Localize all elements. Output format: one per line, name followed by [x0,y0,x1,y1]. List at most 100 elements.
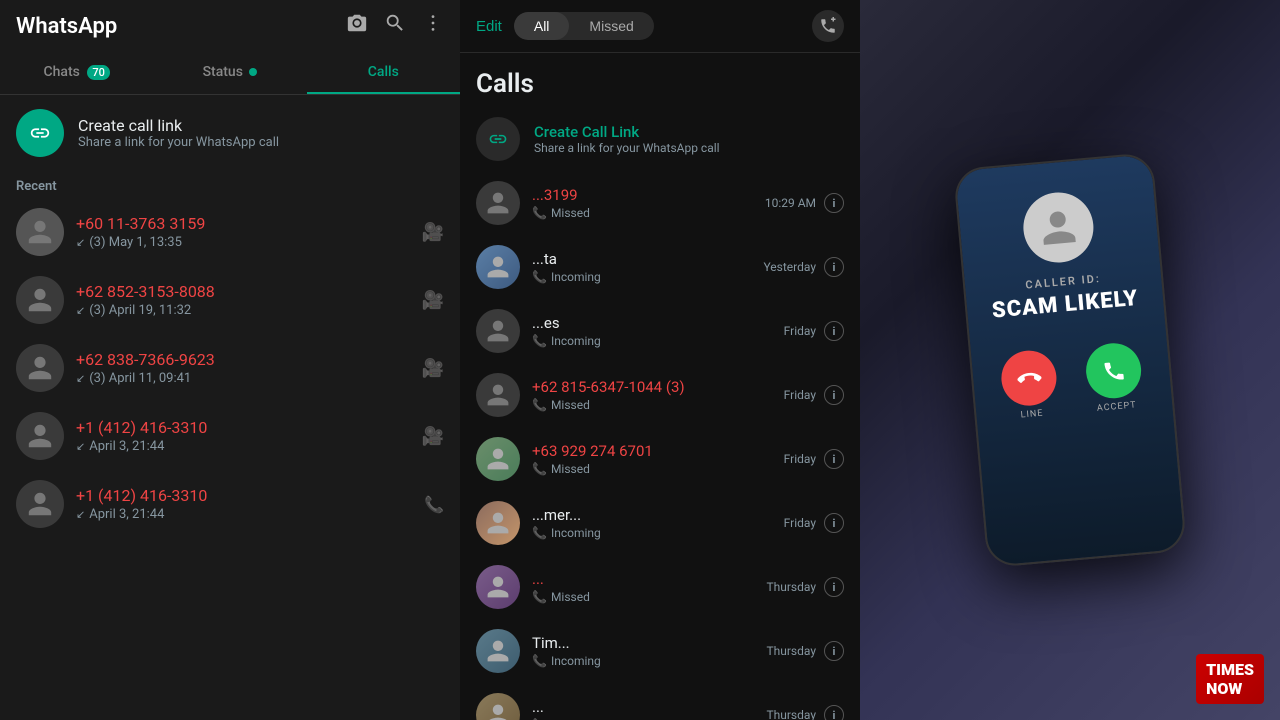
phone-mockup: CALLER ID: SCAM LIKELY LINE [953,152,1187,568]
call-detail-4: ↙ April 3, 21:44 [76,439,410,454]
call-item-3[interactable]: +62 838-7366-9623 ↙ (3) April 11, 09:41 … [0,334,460,402]
create-call-link-sidebar[interactable]: Create call link Share a link for your W… [0,95,460,171]
mid-call-item-7[interactable]: ... 📞 Missed Thursday i [460,555,860,619]
call-item-5[interactable]: +1 (412) 416-3310 ↙ April 3, 21:44 📞 [0,470,460,538]
info-btn-8[interactable]: i [824,641,844,661]
scam-text: SCAM LIKELY [991,287,1139,324]
filter-missed[interactable]: Missed [569,12,653,40]
mid-call-sub-5: 📞 Missed [532,462,772,476]
call-list-sidebar: +60 11-3763 3159 ↙ (3) May 1, 13:35 🎥 +6… [0,198,460,720]
call-detail-2: ↙ (3) April 19, 11:32 [76,303,410,318]
right-panel: CALLER ID: SCAM LIKELY LINE [860,0,1280,720]
mid-call-info-3: ...es 📞 Incoming [532,314,772,348]
mid-call-item-8[interactable]: Tim... 📞 Incoming Thursday i [460,619,860,683]
middle-header: Edit All Missed [460,0,860,53]
info-btn-7[interactable]: i [824,577,844,597]
call-detail-1: ↙ (3) May 1, 13:35 [76,235,410,250]
mid-call-sub-2: 📞 Incoming [532,270,751,284]
mid-avatar-2 [476,245,520,289]
add-call-button[interactable] [812,10,844,42]
camera-icon[interactable] [346,12,368,40]
create-call-link-middle[interactable]: Create Call Link Share a link for your W… [460,107,860,171]
info-btn-5[interactable]: i [824,449,844,469]
call-item-4[interactable]: +1 (412) 416-3310 ↙ April 3, 21:44 🎥 [0,402,460,470]
mid-call-item-9[interactable]: ... 📞 Incoming Thursday i [460,683,860,720]
mid-call-info-1: ...3199 📞 Missed [532,186,753,220]
mid-call-name-6: ...mer... [532,506,772,524]
mid-call-sub-3: 📞 Incoming [532,334,772,348]
call-meta-4: 🎥 [422,426,444,447]
mid-call-time-8: Thursday [766,644,816,658]
mid-call-item-4[interactable]: +62 815-6347-1044 (3) 📞 Missed Friday i [460,363,860,427]
decline-container: LINE [999,349,1060,423]
mid-call-item-3[interactable]: ...es 📞 Incoming Friday i [460,299,860,363]
link-icon [16,109,64,157]
call-item-2[interactable]: +62 852-3153-8088 ↙ (3) April 19, 11:32 … [0,266,460,334]
mid-avatar-6 [476,501,520,545]
recent-label: Recent [0,171,460,198]
tab-chats[interactable]: Chats 70 [0,52,153,94]
call-item-1[interactable]: +60 11-3763 3159 ↙ (3) May 1, 13:35 🎥 [0,198,460,266]
mid-create-subtitle: Share a link for your WhatsApp call [534,141,720,155]
mid-avatar-7 [476,565,520,609]
filter-all[interactable]: All [514,12,570,40]
mid-call-item-6[interactable]: ...mer... 📞 Incoming Friday i [460,491,860,555]
nav-tabs: Chats 70 Status Calls [0,52,460,95]
decline-button[interactable] [999,349,1059,409]
edit-button[interactable]: Edit [476,18,502,35]
sidebar-header: WhatsApp [0,0,460,52]
avatar-1 [16,208,64,256]
mid-call-sub-4: 📞 Missed [532,398,772,412]
caller-avatar [1020,190,1096,266]
phone-call-icon-5: 📞 [424,495,444,514]
create-call-title: Create call link [78,116,279,135]
call-name-2: +62 852-3153-8088 [76,282,410,301]
create-call-text: Create call link Share a link for your W… [78,116,279,150]
search-icon[interactable] [384,12,406,40]
info-btn-3[interactable]: i [824,321,844,341]
avatar-2 [16,276,64,324]
call-meta-2: 🎥 [422,290,444,311]
mid-call-meta-7: Thursday i [766,577,844,597]
mid-call-item-5[interactable]: +63 929 274 6701 📞 Missed Friday i [460,427,860,491]
mid-avatar-1 [476,181,520,225]
mid-call-info-9: ... 📞 Incoming [532,698,754,720]
mid-avatar-5 [476,437,520,481]
avatar-3 [16,344,64,392]
mid-create-title: Create Call Link [534,123,720,141]
accept-button[interactable] [1084,341,1144,401]
info-btn-4[interactable]: i [824,385,844,405]
mid-call-info-4: +62 815-6347-1044 (3) 📞 Missed [532,378,772,412]
calls-title: Calls [460,53,860,107]
mid-avatar-8 [476,629,520,673]
video-call-icon-1: 🎥 [422,222,444,243]
filter-tabs: All Missed [514,12,654,40]
mid-avatar-4 [476,373,520,417]
info-btn-2[interactable]: i [824,257,844,277]
mid-call-meta-3: Friday i [784,321,844,341]
mid-call-sub-7: 📞 Missed [532,590,754,604]
avatar-5 [16,480,64,528]
call-meta-3: 🎥 [422,358,444,379]
call-meta-1: 🎥 [422,222,444,243]
sidebar-header-icons [346,12,444,40]
sidebar: WhatsApp Chats [0,0,460,720]
middle-panel: Edit All Missed Calls Create Call Link S… [460,0,860,720]
mid-call-name-5: +63 929 274 6701 [532,442,772,460]
info-btn-1[interactable]: i [824,193,844,213]
phone-screen: CALLER ID: SCAM LIKELY LINE [955,154,1185,566]
mid-call-list: ...3199 📞 Missed 10:29 AM i ...ta 📞 Inco [460,171,860,720]
mid-call-item-1[interactable]: ...3199 📞 Missed 10:29 AM i [460,171,860,235]
mid-call-item-2[interactable]: ...ta 📞 Incoming Yesterday i [460,235,860,299]
mid-call-time-7: Thursday [766,580,816,594]
call-info-2: +62 852-3153-8088 ↙ (3) April 19, 11:32 [76,282,410,318]
more-options-icon[interactable] [422,12,444,40]
info-btn-6[interactable]: i [824,513,844,533]
mid-call-time-1: 10:29 AM [765,196,816,210]
info-btn-9[interactable]: i [824,705,844,720]
tab-status[interactable]: Status [153,52,306,94]
mid-avatar-9 [476,693,520,720]
tab-calls[interactable]: Calls [307,52,460,94]
mid-call-name-9: ... [532,698,754,716]
mid-call-info-2: ...ta 📞 Incoming [532,250,751,284]
